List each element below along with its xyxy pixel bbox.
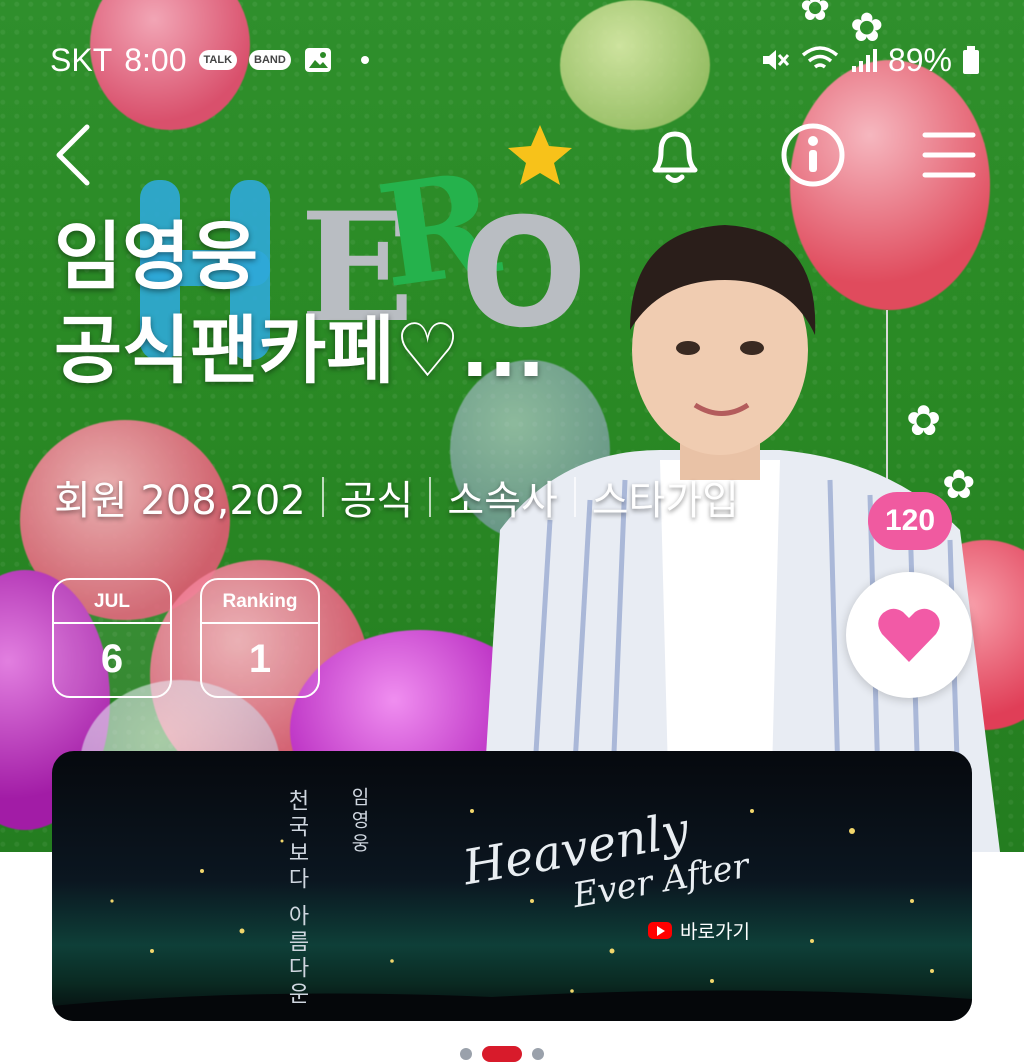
tag-agency: 소속사 — [447, 478, 558, 524]
clock: 8:00 — [124, 41, 187, 78]
divider — [573, 477, 576, 517]
info-icon — [781, 123, 845, 187]
favorite-button[interactable] — [505, 120, 575, 190]
flower-decoration: ✿ — [942, 462, 976, 508]
date-day: 6 — [100, 637, 124, 681]
star-icon — [508, 125, 572, 185]
info-button[interactable] — [778, 120, 848, 190]
promo-banner[interactable]: 천국보다 아름다운 임영웅 Heavenly Ever After 바로가기 — [52, 751, 972, 1021]
like-count-badge: 120 — [868, 492, 952, 550]
heart-icon — [878, 608, 940, 662]
band-notification-icon: BAND — [249, 50, 291, 70]
youtube-link-label: 바로가기 — [680, 921, 750, 943]
youtube-link[interactable]: 바로가기 — [648, 917, 750, 944]
like-button[interactable] — [846, 572, 972, 698]
youtube-play-icon — [648, 922, 672, 939]
gallery-notification-icon — [304, 48, 331, 72]
cafe-title: 임영웅 공식팬카페♡... — [54, 210, 545, 398]
pager-dot[interactable] — [532, 1048, 544, 1060]
chevron-left-icon — [56, 124, 90, 186]
menu-button[interactable] — [914, 120, 984, 190]
ranking-card[interactable]: Ranking 1 — [200, 578, 320, 698]
pager-dot-active[interactable] — [482, 1046, 522, 1062]
battery-percentage: 89% — [887, 41, 952, 78]
notification-button[interactable] — [640, 120, 710, 190]
cafe-title-line2: 공식팬카페♡... — [54, 308, 546, 394]
member-count[interactable]: 회원 208,202 — [54, 468, 306, 526]
hamburger-menu-icon — [922, 132, 976, 178]
more-notifications-dot — [360, 56, 369, 64]
mute-icon — [762, 50, 790, 70]
pager-dot[interactable] — [460, 1048, 472, 1060]
divider — [429, 477, 432, 517]
date-month: JUL — [54, 580, 170, 624]
carrier-label: SKT — [50, 41, 113, 78]
ranking-label: Ranking — [202, 580, 318, 624]
date-card: JUL 6 — [52, 578, 172, 698]
divider — [321, 477, 324, 517]
banner-vertical-artist-text: 임영웅 — [348, 787, 370, 856]
kakaotalk-notification-icon: TALK — [198, 50, 238, 70]
tag-official: 공식 — [339, 478, 414, 524]
ranking-value: 1 — [248, 637, 272, 681]
banner-vertical-song-text: 천국보다 아름다운 — [284, 789, 309, 1008]
flower-decoration: ✿ — [906, 396, 942, 445]
bell-icon — [652, 131, 698, 183]
banner-pager — [460, 1046, 544, 1062]
battery-icon — [963, 46, 979, 74]
tag-star-joined: 스타가입 — [591, 478, 739, 524]
cafe-info-row: 회원 208,202 공식 소속사 스타가입 — [54, 468, 739, 526]
flower-decoration: ✿ — [800, 0, 831, 29]
signal-icon — [851, 49, 877, 72]
back-button[interactable] — [38, 120, 108, 190]
wifi-icon — [801, 46, 839, 69]
status-bar: SKT 8:00 TALK BAND 89% — [50, 36, 980, 84]
cafe-title-line1: 임영웅 — [54, 214, 259, 300]
